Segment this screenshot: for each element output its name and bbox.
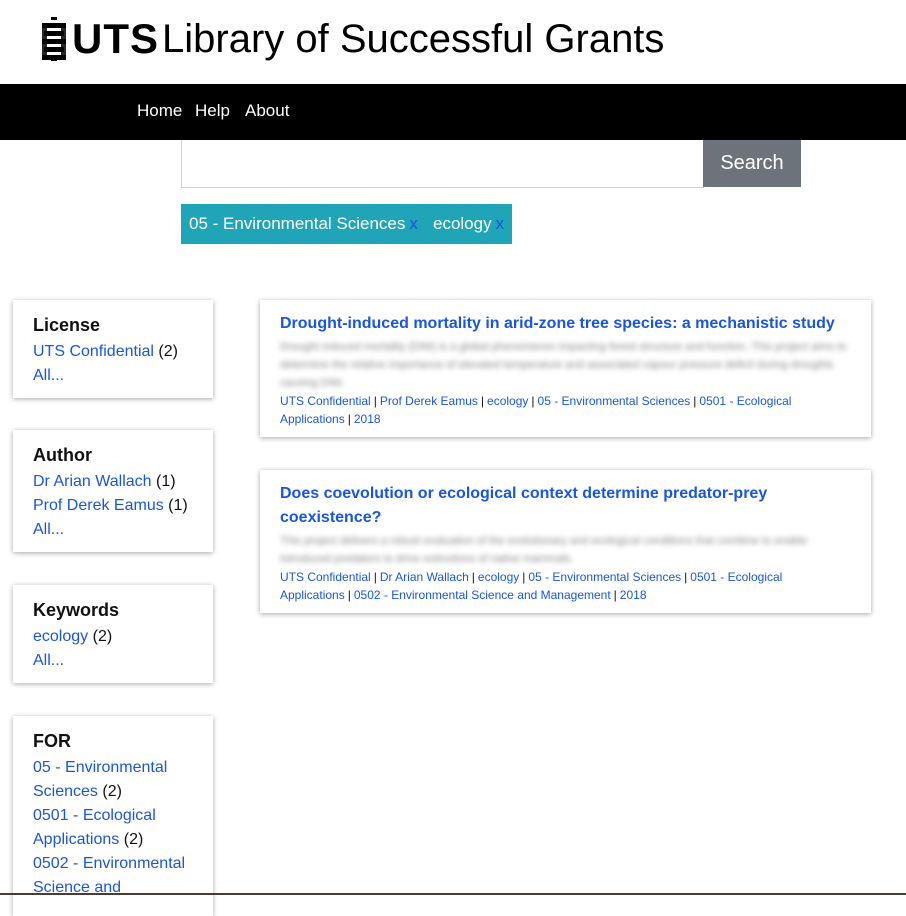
facet-link-arian-wallach[interactable]: Dr Arian Wallach xyxy=(33,473,152,490)
filter-chip-ecology: ecology x xyxy=(425,204,513,244)
remove-filter-button[interactable]: x xyxy=(409,214,418,233)
meta-for-link[interactable]: 05 - Environmental Sciences xyxy=(538,394,691,408)
result-meta: UTS Confidential | Prof Derek Eamus | ecolog… xyxy=(280,394,792,426)
search-input[interactable] xyxy=(181,140,704,188)
meta-license-link[interactable]: UTS Confidential xyxy=(280,570,371,584)
result-abstract: This project delivers a robust evaluatio… xyxy=(280,535,808,565)
nav-help-link[interactable]: Help xyxy=(195,101,230,121)
facet-item: 0501 - Ecological Applications (2) xyxy=(33,804,193,852)
search-button[interactable]: Search xyxy=(703,140,801,187)
result-abstract: Drought induced mortality (DIM) is a glo… xyxy=(280,341,847,389)
facet-all-link[interactable]: All... xyxy=(33,649,193,673)
result-card: Drought-induced mortality in arid-zone t… xyxy=(260,300,871,437)
meta-keyword-link[interactable]: ecology xyxy=(478,570,519,584)
facet-item: ecology (2) xyxy=(33,625,193,649)
facet-license: License UTS Confidential (2) All... xyxy=(13,300,213,398)
site-header: UTS Library of Successful Grants xyxy=(0,0,906,84)
meta-year-link[interactable]: 2018 xyxy=(620,588,647,602)
facet-count: (2) xyxy=(123,831,144,848)
meta-year-link[interactable]: 2018 xyxy=(354,412,381,426)
result-title-link[interactable]: Drought-induced mortality in arid-zone t… xyxy=(280,312,851,336)
result-meta: UTS Confidential | Dr Arian Wallach | ecolog… xyxy=(280,570,783,602)
facet-link-uts-confidential[interactable]: UTS Confidential xyxy=(33,343,154,360)
site-title: Library of Successful Grants xyxy=(162,17,665,61)
meta-author-link[interactable]: Dr Arian Wallach xyxy=(380,570,469,584)
facet-count: (2) xyxy=(92,628,113,645)
main-nav: Home Help About xyxy=(0,84,906,140)
nav-about-link[interactable]: About xyxy=(245,101,289,121)
facet-author: Author Dr Arian Wallach (1) Prof Derek E… xyxy=(13,430,213,552)
meta-license-link[interactable]: UTS Confidential xyxy=(280,394,371,408)
meta-keyword-link[interactable]: ecology xyxy=(487,394,528,408)
facet-item: Prof Derek Eamus (1) xyxy=(33,494,193,518)
facet-for: FOR 05 - Environmental Sciences (2) 0501… xyxy=(13,716,213,916)
uts-logo[interactable]: UTS xyxy=(40,14,159,64)
remove-filter-button[interactable]: x xyxy=(496,214,505,233)
nav-home-link[interactable]: Home xyxy=(137,101,182,121)
uts-crest-icon xyxy=(42,17,66,61)
facet-all-link[interactable]: All... xyxy=(33,518,193,542)
facet-link-05-environmental-sciences[interactable]: 05 - Environmental Sciences xyxy=(33,759,167,800)
filter-chip-label: 05 - Environmental Sciences xyxy=(189,214,406,233)
meta-author-link[interactable]: Prof Derek Eamus xyxy=(380,394,478,408)
facet-count: (2) xyxy=(158,343,178,360)
facet-count: (2) xyxy=(102,783,122,800)
facet-link-derek-eamus[interactable]: Prof Derek Eamus xyxy=(33,497,164,514)
facet-count: (1) xyxy=(156,473,176,490)
facet-count: (1) xyxy=(168,497,188,514)
facet-heading: License xyxy=(33,315,101,335)
result-title-link[interactable]: Does coevolution or ecological context d… xyxy=(280,482,851,530)
result-card: Does coevolution or ecological context d… xyxy=(260,470,871,613)
facet-heading: FOR xyxy=(33,731,71,751)
filter-chip-label: ecology xyxy=(433,214,492,233)
meta-for-link[interactable]: 0502 - Environmental Science and Managem… xyxy=(354,588,611,602)
facet-link-ecology[interactable]: ecology xyxy=(33,628,88,645)
facet-heading: Author xyxy=(33,445,92,465)
facet-link-0502-environmental-science[interactable]: 0502 - Environmental Science and xyxy=(33,855,185,896)
filter-chip-environmental-sciences: 05 - Environmental Sciences x xyxy=(181,204,426,244)
meta-for-link[interactable]: 05 - Environmental Sciences xyxy=(528,570,681,584)
facet-item: 05 - Environmental Sciences (2) xyxy=(33,756,193,804)
facet-item: Dr Arian Wallach (1) xyxy=(33,470,193,494)
facet-all-link[interactable]: All... xyxy=(33,364,193,388)
facet-heading: Keywords xyxy=(33,600,120,620)
logo-text: UTS xyxy=(72,15,159,62)
facet-item: UTS Confidential (2) xyxy=(33,340,193,364)
facet-keywords: Keywords ecology (2) All... xyxy=(13,585,213,683)
